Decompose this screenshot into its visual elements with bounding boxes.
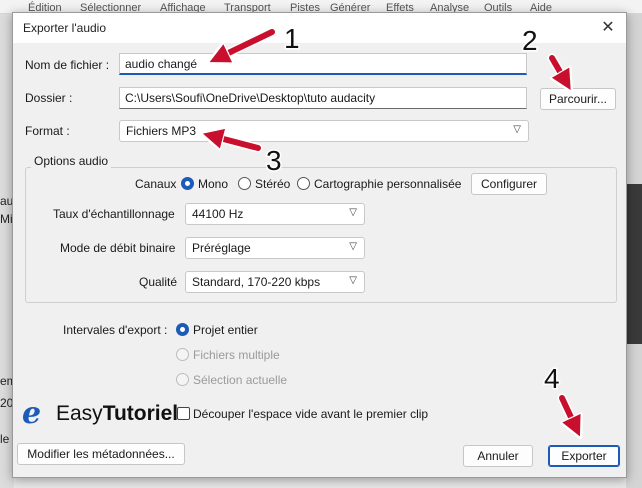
annotation-overlay: 1 2 3 4 <box>0 22 642 488</box>
annotation-number-1: 1 <box>284 23 300 54</box>
annotation-number-2: 2 <box>522 25 538 56</box>
annotation-number-3: 3 <box>266 145 282 176</box>
arrow-1 <box>218 29 275 58</box>
annotation-number-4: 4 <box>544 363 560 394</box>
